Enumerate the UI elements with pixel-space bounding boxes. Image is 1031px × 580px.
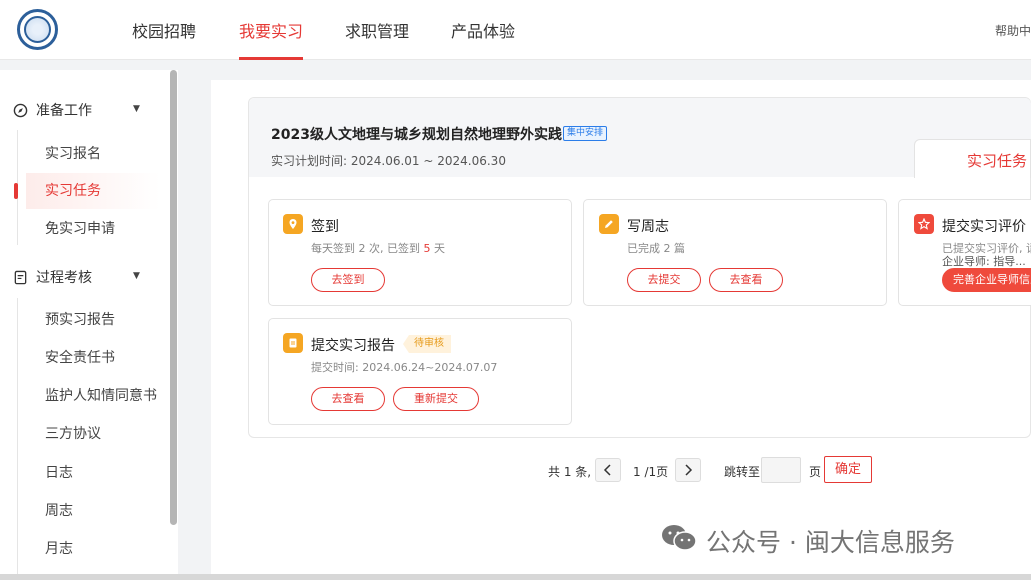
sidebar-group-label: 过程考核 (36, 270, 92, 286)
bottom-border (0, 574, 1031, 580)
pending-review-badge: 待审核 (403, 335, 451, 353)
page-indicator: 1 /1页 (633, 465, 669, 479)
chevron-down-icon[interactable]: ▼ (133, 271, 140, 281)
complete-mentor-info-button[interactable]: 完善企业导师信息 (942, 268, 1031, 292)
mentor-info: 企业导师: 指导... (942, 255, 1026, 268)
sidebar-item-safety[interactable]: 安全责任书 (26, 340, 160, 376)
confirm-jump-button[interactable]: 确定 (824, 456, 872, 483)
task-desc: 已完成 2 篇 (627, 242, 685, 255)
sidebar-item-tripartite[interactable]: 三方协议 (26, 416, 160, 452)
compass-icon (12, 102, 28, 118)
document-check-icon (12, 269, 28, 285)
top-navbar: 校园招聘 我要实习 求职管理 产品体验 帮助中心 (0, 0, 1031, 60)
sidebar-item-pre-report[interactable]: 预实习报告 (26, 302, 160, 338)
sidebar-scrollbar[interactable] (170, 70, 177, 525)
sidebar-group-assessment[interactable]: 过程考核 (12, 267, 92, 287)
chevron-left-icon (603, 464, 611, 476)
tree-line (17, 298, 18, 580)
view-button[interactable]: 去查看 (709, 268, 783, 292)
course-title: 2023级人文地理与城乡规划自然地理野外实践 (271, 127, 562, 143)
nav-internship[interactable]: 我要实习 (239, 18, 304, 60)
total-count: 共 1 条, (548, 465, 592, 479)
desc-text: 天 (430, 242, 445, 255)
task-title: 提交实习报告 (311, 338, 395, 354)
plan-time: 实习计划时间: 2024.06.01 ~ 2024.06.30 (271, 154, 506, 168)
nav-campus-recruit[interactable]: 校园招聘 (132, 18, 196, 60)
nav-job-manage[interactable]: 求职管理 (345, 18, 409, 60)
report-icon (283, 333, 303, 353)
resubmit-button[interactable]: 重新提交 (393, 387, 479, 411)
active-indicator (14, 183, 18, 199)
sidebar-item-daily-log[interactable]: 日志 (26, 455, 160, 491)
chevron-down-icon[interactable]: ▼ (133, 104, 140, 114)
sidebar-group-label: 准备工作 (36, 103, 92, 119)
chevron-right-icon (685, 464, 693, 476)
task-title: 提交实习评价 (942, 219, 1026, 235)
university-logo[interactable] (17, 9, 58, 50)
wechat-icon (660, 523, 698, 559)
task-title: 签到 (311, 219, 339, 235)
prev-page-button[interactable] (595, 458, 621, 482)
desc-text: 每天签到 2 次, 已签到 (311, 242, 424, 255)
pencil-icon (599, 214, 619, 234)
page-jump-input[interactable] (761, 457, 801, 483)
sidebar-item-monthly-log[interactable]: 月志 (26, 531, 160, 567)
jump-label: 跳转至 (724, 465, 761, 479)
view-button[interactable]: 去查看 (311, 387, 385, 411)
sidebar-item-exemption[interactable]: 免实习申请 (26, 211, 160, 247)
task-desc: 提交时间: 2024.06.24~2024.07.07 (311, 361, 498, 374)
go-checkin-button[interactable]: 去签到 (311, 268, 385, 292)
help-center-link[interactable]: 帮助中心 (995, 22, 1031, 39)
submit-button[interactable]: 去提交 (627, 268, 701, 292)
next-page-button[interactable] (675, 458, 701, 482)
task-title: 写周志 (627, 219, 669, 235)
tab-label[interactable]: 实习任务 (967, 150, 1027, 171)
watermark-text: 公众号 · 闽大信息服务 (706, 528, 955, 557)
nav-product-experience[interactable]: 产品体验 (451, 18, 515, 60)
sidebar-item-guardian-consent[interactable]: 监护人知情同意书 (26, 378, 160, 414)
page-unit-label: 页 (809, 465, 822, 479)
sidebar-item-tasks[interactable]: 实习任务 (26, 173, 160, 209)
task-desc: 每天签到 2 次, 已签到 5 天 (311, 240, 445, 256)
star-icon (914, 214, 934, 234)
watermark: 公众号 · 闽大信息服务 (660, 523, 955, 559)
sidebar-item-signup[interactable]: 实习报名 (26, 136, 160, 172)
sidebar-group-preparation[interactable]: 准备工作 (12, 100, 92, 120)
location-pin-icon (283, 214, 303, 234)
sidebar-item-weekly-log[interactable]: 周志 (26, 493, 160, 529)
arrangement-badge: 集中安排 (563, 126, 608, 141)
